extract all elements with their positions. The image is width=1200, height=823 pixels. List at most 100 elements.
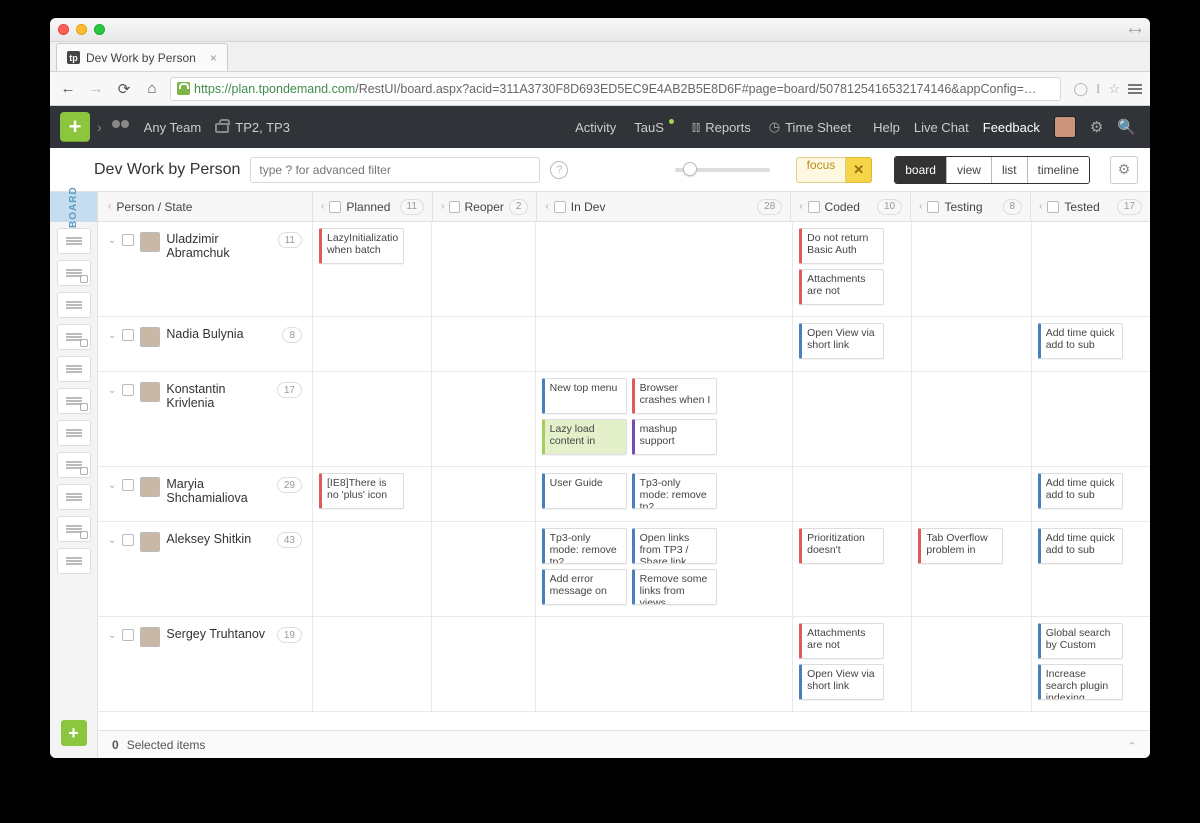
project-selector[interactable]: TP2, TP3 xyxy=(235,120,290,135)
mode-list[interactable]: list xyxy=(992,157,1028,183)
board-cell[interactable] xyxy=(432,372,535,466)
board-cell[interactable] xyxy=(793,372,912,466)
help-icon[interactable]: ? xyxy=(550,161,568,179)
timesheet-link[interactable]: ◷Time Sheet xyxy=(769,119,851,135)
address-bar[interactable]: https ://plan.tpondemand.com /RestUI/boa… xyxy=(170,77,1061,101)
board-cell[interactable]: Global search by CustomIncrease search p… xyxy=(1032,617,1150,711)
row-checkbox[interactable] xyxy=(122,329,134,341)
identity-icon[interactable]: I xyxy=(1096,81,1100,97)
rail-view-item[interactable] xyxy=(57,548,91,574)
mode-board[interactable]: board xyxy=(895,157,947,183)
card[interactable]: Add time quick add to sub xyxy=(1038,323,1123,359)
board-cell[interactable] xyxy=(536,617,793,711)
reload-button[interactable]: ⟳ xyxy=(114,79,134,99)
board-cell[interactable] xyxy=(912,372,1031,466)
feedback-link[interactable]: Feedback xyxy=(983,120,1040,135)
board-cell[interactable] xyxy=(313,522,432,616)
collapse-row-icon[interactable]: ⌄ xyxy=(108,630,116,641)
chevron-icon[interactable]: ‹ xyxy=(321,201,324,212)
add-button[interactable]: + xyxy=(60,112,90,142)
board-rows[interactable]: ⌄Uladzimir Abramchuk11LazyInitializatio … xyxy=(98,222,1150,730)
chevron-icon[interactable]: › xyxy=(441,201,444,212)
rail-view-item[interactable] xyxy=(57,292,91,318)
shield-icon[interactable]: ◯ xyxy=(1073,81,1088,97)
column-header[interactable]: ‹Coded10 xyxy=(791,192,911,221)
activity-link[interactable]: Activity xyxy=(575,120,616,135)
board-cell[interactable]: New top menuBrowser crashes when ILazy l… xyxy=(536,372,793,466)
card[interactable]: User Guide xyxy=(542,473,627,509)
board-cell[interactable] xyxy=(432,317,535,371)
add-chevron-icon[interactable]: › xyxy=(97,119,102,135)
board-cell[interactable]: Attachments are notOpen View via short l… xyxy=(793,617,912,711)
filter-input[interactable] xyxy=(250,157,540,183)
card[interactable]: Browser crashes when I xyxy=(632,378,717,414)
column-header[interactable]: ‹Planned11 xyxy=(313,192,433,221)
board-cell[interactable] xyxy=(793,467,912,521)
card[interactable]: Tp3-only mode: remove tp2 xyxy=(542,528,627,564)
rail-view-item[interactable] xyxy=(57,452,91,478)
rail-view-item[interactable] xyxy=(57,484,91,510)
board-cell[interactable] xyxy=(1032,372,1150,466)
expand-icon[interactable]: ⤢ xyxy=(1126,22,1143,39)
board-cell[interactable]: Prioritization doesn't xyxy=(793,522,912,616)
board-cell[interactable] xyxy=(432,222,535,316)
board-cell[interactable] xyxy=(432,617,535,711)
board-cell[interactable] xyxy=(912,617,1031,711)
card[interactable]: Open links from TP3 / Share link xyxy=(632,528,717,564)
back-button[interactable]: ← xyxy=(58,79,78,99)
slider-knob[interactable] xyxy=(683,162,697,176)
board-cell[interactable] xyxy=(536,222,793,316)
collapse-row-icon[interactable]: ⌄ xyxy=(108,480,116,491)
livechat-link[interactable]: Live Chat xyxy=(914,120,969,135)
card[interactable]: Attachments are not xyxy=(799,269,884,305)
board-cell[interactable]: Do not return Basic AuthAttachments are … xyxy=(793,222,912,316)
chevron-icon[interactable]: ‹ xyxy=(919,201,922,212)
mode-view[interactable]: view xyxy=(947,157,992,183)
board-cell[interactable] xyxy=(536,317,793,371)
mode-timeline[interactable]: timeline xyxy=(1028,157,1089,183)
help-link[interactable]: Help xyxy=(873,120,900,135)
focus-clear-button[interactable]: ✕ xyxy=(846,157,872,183)
row-label[interactable]: ⌄Sergey Truhtanov19 xyxy=(98,617,313,711)
view-settings-button[interactable]: ⚙ xyxy=(1110,156,1138,184)
card[interactable]: Open View via short link xyxy=(799,323,884,359)
collapse-row-icon[interactable]: ⌄ xyxy=(108,385,116,396)
focus-button[interactable]: focus xyxy=(796,157,847,183)
home-button[interactable]: ⌂ xyxy=(142,79,162,99)
column-checkbox[interactable] xyxy=(927,201,939,213)
row-checkbox[interactable] xyxy=(122,234,134,246)
row-checkbox[interactable] xyxy=(122,479,134,491)
board-cell[interactable] xyxy=(912,467,1031,521)
chevron-icon[interactable]: ‹ xyxy=(1039,201,1042,212)
row-label[interactable]: ⌄Uladzimir Abramchuk11 xyxy=(98,222,313,316)
collapse-row-icon[interactable]: ⌄ xyxy=(108,235,116,246)
board-cell[interactable]: Tp3-only mode: remove tp2Open links from… xyxy=(536,522,793,616)
rail-view-item[interactable] xyxy=(57,228,91,254)
rail-add-button[interactable]: + xyxy=(61,720,87,746)
card[interactable]: Prioritization doesn't xyxy=(799,528,884,564)
browser-tab[interactable]: tp Dev Work by Person × xyxy=(56,43,228,71)
hamburger-icon[interactable] xyxy=(1128,84,1142,94)
board-cell[interactable]: User GuideTp3-only mode: remove tp2 xyxy=(536,467,793,521)
board-cell[interactable] xyxy=(432,522,535,616)
card[interactable]: Tp3-only mode: remove tp2 xyxy=(632,473,717,509)
row-checkbox[interactable] xyxy=(122,384,134,396)
rail-view-item[interactable] xyxy=(57,388,91,414)
tab-close-icon[interactable]: × xyxy=(210,51,217,65)
board-cell[interactable]: LazyInitializatio when batch xyxy=(313,222,432,316)
board-cell[interactable] xyxy=(313,317,432,371)
column-header[interactable]: ‹In Dev28 xyxy=(537,192,791,221)
taus-link[interactable]: TauS xyxy=(634,120,674,135)
board-cell[interactable] xyxy=(912,222,1031,316)
rail-view-item[interactable] xyxy=(57,420,91,446)
board-cell[interactable]: Add time quick add to sub xyxy=(1032,467,1150,521)
chevron-icon[interactable]: ‹ xyxy=(799,201,802,212)
rail-view-item[interactable] xyxy=(57,356,91,382)
row-label[interactable]: ⌄Maryia Shchamialiova29 xyxy=(98,467,313,521)
column-checkbox[interactable] xyxy=(808,201,820,213)
board-cell[interactable] xyxy=(313,372,432,466)
column-header[interactable]: ‹Tested17 xyxy=(1031,192,1150,221)
reports-link[interactable]: ⫾⫾Reports xyxy=(692,119,751,135)
collapse-row-icon[interactable]: ⌄ xyxy=(108,535,116,546)
minimize-window-button[interactable] xyxy=(76,24,87,35)
